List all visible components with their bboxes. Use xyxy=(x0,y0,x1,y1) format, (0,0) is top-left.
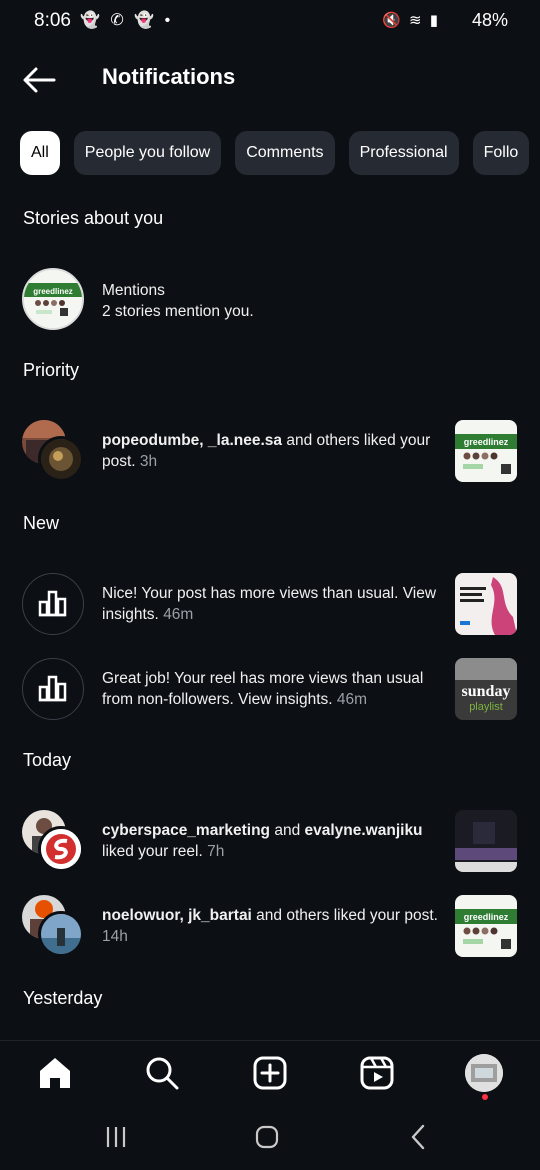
profile-tab[interactable] xyxy=(465,1054,503,1092)
section-new: New xyxy=(23,513,60,533)
back-arrow-icon xyxy=(23,67,56,93)
mentions-avatar: greedlinez xyxy=(22,268,84,330)
filter-comments[interactable]: Comments xyxy=(235,131,335,175)
filter-professional[interactable]: Professional xyxy=(348,131,459,175)
signal-icons: 🔇 ≋ ▮ xyxy=(382,12,440,29)
notification-icons: 👻 ✆ 👻 • xyxy=(80,12,174,29)
header: Notifications xyxy=(0,52,540,106)
priority-usernames[interactable]: popeodumbe, _la.nee.sa xyxy=(102,432,282,449)
filter-chips: All People you follow Comments Professional… xyxy=(20,131,540,175)
today-avatars-1[interactable] xyxy=(22,810,84,872)
home-nav-button[interactable] xyxy=(252,1122,282,1152)
section-today: Today xyxy=(23,750,72,770)
recents-button[interactable] xyxy=(101,1122,131,1152)
back-button[interactable] xyxy=(20,60,60,100)
avatar-user-2 xyxy=(38,826,84,872)
reels-icon xyxy=(360,1056,394,1090)
insights-message-1: Nice! Your post has more views than usua… xyxy=(102,585,437,623)
today-time-2: 14h xyxy=(102,928,128,945)
username-cyberspace[interactable]: cyberspace_marketing xyxy=(102,822,270,839)
search-tab[interactable] xyxy=(142,1053,182,1093)
svg-text:greedlinez: greedlinez xyxy=(464,437,509,447)
today-text-2: noelowuor, jk_bartai and others liked yo… xyxy=(102,905,442,947)
insights-message-2: Great job! Your reel has more views than… xyxy=(102,670,424,708)
status-bar: 8:06 👻 ✆ 👻 • 🔇 ≋ ▮ 48% xyxy=(0,0,540,42)
filter-all[interactable]: All xyxy=(20,131,60,175)
greedlinez-story-image: greedlinez xyxy=(24,270,82,328)
bottom-tab-bar xyxy=(0,1040,540,1105)
home-icon xyxy=(40,1058,70,1088)
bar-chart-icon xyxy=(38,675,67,702)
reels-tab[interactable] xyxy=(357,1053,397,1093)
status-time: 8:06 xyxy=(34,10,71,31)
avatar-user-2 xyxy=(38,436,84,482)
section-stories: Stories about you xyxy=(23,208,164,228)
insights-avatar xyxy=(22,658,84,720)
insights-avatar xyxy=(22,573,84,635)
today-avatars-2[interactable] xyxy=(22,895,84,957)
post-thumbnail[interactable]: greedlinez xyxy=(455,895,517,957)
svg-text:greedlinez: greedlinez xyxy=(33,287,73,296)
profile-notification-dot xyxy=(482,1094,488,1100)
username-evalyne[interactable]: evalyne.wanjiku xyxy=(305,822,423,839)
search-icon xyxy=(146,1057,179,1090)
recents-icon xyxy=(106,1127,126,1147)
insights-time-2: 46m xyxy=(336,691,368,708)
insights-notification-2[interactable]: Great job! Your reel has more views than… xyxy=(0,658,540,724)
section-yesterday: Yesterday xyxy=(23,988,103,1008)
today-usernames-2[interactable]: noelowuor, jk_bartai xyxy=(102,907,252,924)
mentions-subtitle: 2 stories mention you. xyxy=(102,303,254,320)
back-nav-button[interactable] xyxy=(404,1122,434,1152)
insights-text-2: Great job! Your reel has more views than… xyxy=(102,668,442,710)
create-tab[interactable] xyxy=(250,1053,290,1093)
priority-text: popeodumbe, _la.nee.sa and others liked … xyxy=(102,430,442,472)
insights-notification-1[interactable]: Nice! Your post has more views than usua… xyxy=(0,573,540,639)
priority-avatars[interactable] xyxy=(22,420,84,482)
insights-time-1: 46m xyxy=(163,606,194,623)
page-title: Notifications xyxy=(102,64,236,89)
system-nav-bar xyxy=(0,1104,540,1170)
bar-chart-icon xyxy=(38,590,67,617)
insights-text-1: Nice! Your post has more views than usua… xyxy=(102,583,442,625)
today-action-1: liked your reel. xyxy=(102,843,203,860)
plus-square-icon xyxy=(253,1056,287,1090)
today-text-1: cyberspace_marketing and evalyne.wanjiku… xyxy=(102,820,442,862)
filter-people-you-follow[interactable]: People you follow xyxy=(73,131,222,175)
home-tab[interactable] xyxy=(35,1053,75,1093)
reel-thumbnail[interactable]: sunday playlist xyxy=(455,658,517,720)
svg-text:sunday: sunday xyxy=(462,683,511,700)
filter-follows[interactable]: Follo xyxy=(472,131,530,175)
post-thumbnail[interactable] xyxy=(455,573,517,635)
chevron-left-icon xyxy=(411,1124,425,1150)
profile-avatar xyxy=(465,1054,503,1092)
priority-time: 3h xyxy=(139,453,158,470)
today-action-2: and others liked your post. xyxy=(251,907,438,924)
post-thumbnail[interactable]: greedlinez xyxy=(455,420,517,482)
svg-text:playlist: playlist xyxy=(469,701,503,713)
home-circle-icon xyxy=(255,1125,279,1149)
today-notification-1[interactable]: cyberspace_marketing and evalyne.wanjiku… xyxy=(0,810,540,876)
today-notification-2[interactable]: noelowuor, jk_bartai and others liked yo… xyxy=(0,895,540,961)
priority-notification[interactable]: popeodumbe, _la.nee.sa and others liked … xyxy=(0,420,540,486)
conjunction: and xyxy=(270,822,305,839)
mentions-title: Mentions xyxy=(102,282,165,299)
avatar-user-2 xyxy=(38,911,84,957)
mentions-row[interactable]: greedlinez Mentions 2 stories mention yo… xyxy=(0,268,540,334)
today-time-1: 7h xyxy=(207,843,225,860)
section-priority: Priority xyxy=(23,360,80,380)
reel-thumbnail[interactable] xyxy=(455,810,517,872)
svg-text:greedlinez: greedlinez xyxy=(464,912,509,922)
battery-level: 48% xyxy=(471,10,508,30)
